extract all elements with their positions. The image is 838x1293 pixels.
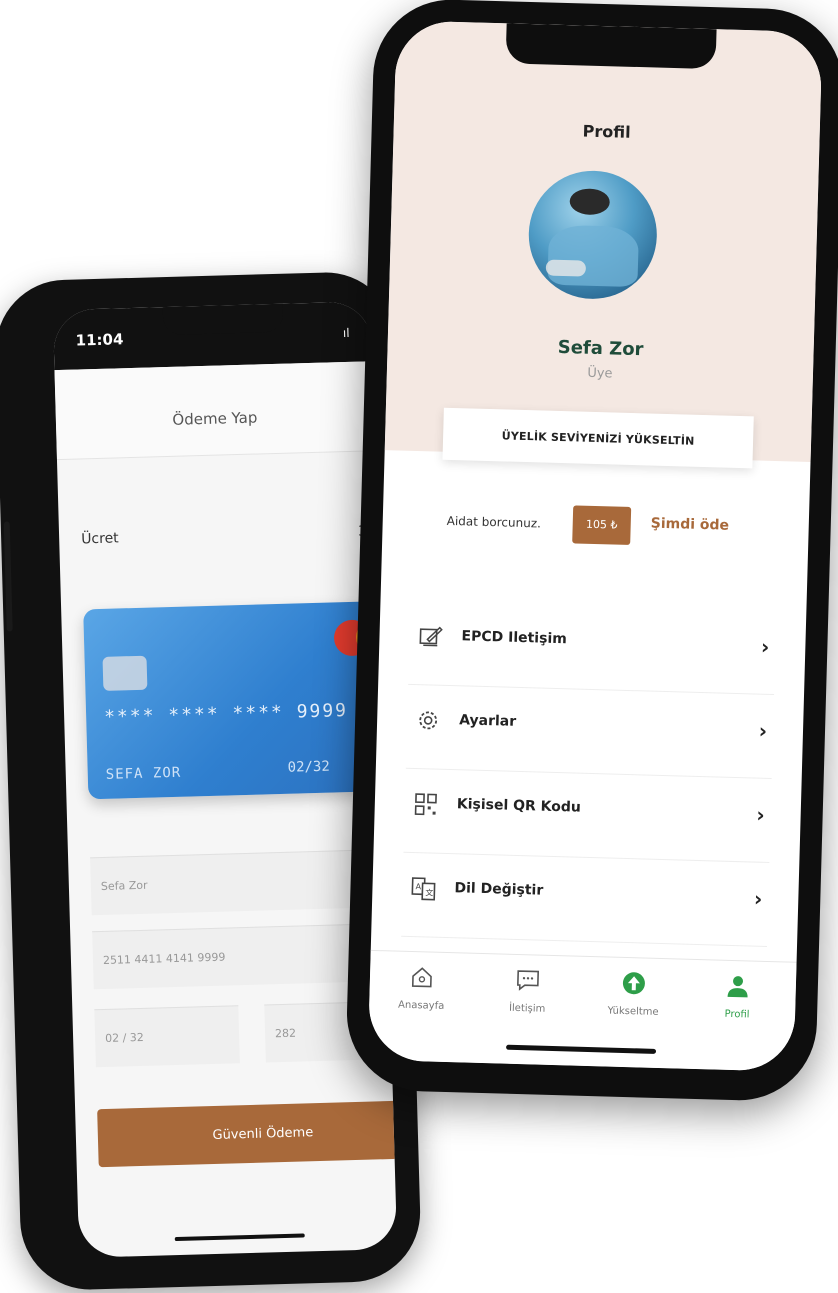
- tab-upgrade[interactable]: Yükseltme: [593, 969, 674, 1018]
- menu-item-label: EPCD Iletişim: [461, 628, 568, 648]
- profile-phone: Profil Sefa Zor Üye ÜYELİK SEVİYENİZİ YÜ…: [344, 0, 838, 1105]
- signal-icon: ıl: [342, 325, 350, 341]
- menu-item-label: Kişisel QR Kodu: [456, 796, 582, 816]
- expiry-field[interactable]: 02 / 32: [94, 1005, 240, 1068]
- dues-label: Aidat borcunuz.: [446, 513, 542, 531]
- upgrade-icon: [622, 972, 645, 995]
- svg-text:文: 文: [425, 887, 433, 897]
- page-title: Profil: [582, 121, 631, 142]
- tab-label: Profil: [724, 1008, 750, 1021]
- chevron-right-icon: ›: [760, 634, 770, 659]
- menu-item-label: Dil Değiştir: [454, 880, 544, 899]
- chat-icon: [517, 970, 540, 991]
- svg-text:A: A: [415, 882, 421, 891]
- phone-notch: [505, 23, 717, 70]
- tab-profile[interactable]: Profil: [697, 972, 778, 1021]
- phone-notch: [162, 303, 284, 336]
- menu-item-label: Ayarlar: [458, 712, 517, 730]
- chevron-right-icon: ›: [753, 886, 763, 911]
- card-holder: SEFA ZOR: [105, 764, 182, 783]
- payment-header: Ödeme Yap: [54, 361, 375, 461]
- user-icon: [727, 976, 748, 998]
- card-expiry: 02/32: [287, 758, 331, 776]
- bottom-tab-bar: Anasayfa İletişim Yükseltme Profil: [367, 949, 797, 1072]
- card-chip-icon: [102, 655, 148, 691]
- user-name: Sefa Zor: [557, 336, 644, 361]
- menu-item-contact[interactable]: EPCD Iletişim ›: [408, 600, 777, 696]
- profile-menu: EPCD Iletişim › Ayarlar › Kişisel QR Kod…: [401, 600, 777, 947]
- edit-icon: [419, 626, 443, 647]
- menu-item-language[interactable]: A 文 Dil Değiştir ›: [401, 852, 770, 947]
- page-title: Ödeme Yap: [172, 408, 258, 429]
- credit-card-preview: master **** **** **** 9999 SEFA ZOR 02/3…: [83, 600, 398, 800]
- language-icon: A 文: [411, 877, 436, 901]
- menu-item-qr-code[interactable]: Kişisel QR Kodu ›: [403, 768, 772, 863]
- secure-pay-button[interactable]: Güvenli Ödeme: [97, 1100, 398, 1168]
- gear-icon: [419, 711, 438, 730]
- upgrade-membership-button[interactable]: ÜYELİK SEVİYENİZİ YÜKSELTİN: [442, 407, 754, 469]
- profile-phone-frame: Profil Sefa Zor Üye ÜYELİK SEVİYENİZİ YÜ…: [344, 0, 838, 1103]
- home-indicator: [174, 1233, 305, 1242]
- tab-label: Yükseltme: [607, 1005, 659, 1018]
- pay-now-link[interactable]: Şimdi öde: [651, 516, 730, 534]
- avatar[interactable]: [527, 169, 659, 301]
- home-icon: [411, 967, 432, 988]
- qr-code-icon: [414, 793, 437, 816]
- payment-screen: 11:04 ıl Ödeme Yap Ücret 3 master **** *…: [52, 301, 398, 1258]
- fee-label: Ücret: [80, 530, 119, 548]
- dues-amount-badge: 105 ₺: [572, 505, 632, 545]
- tab-home[interactable]: Anasayfa: [381, 963, 462, 1012]
- profile-screen: Profil Sefa Zor Üye ÜYELİK SEVİYENİZİ YÜ…: [367, 20, 823, 1072]
- tab-label: İletişim: [508, 1002, 546, 1015]
- card-number: **** **** **** 9999: [103, 700, 349, 728]
- tab-contact[interactable]: İletişim: [487, 966, 568, 1015]
- phone-side-button: [3, 521, 13, 632]
- dues-row: Aidat borcunuz. 105 ₺ Şimdi öde: [382, 498, 809, 554]
- user-role: Üye: [587, 365, 613, 382]
- chevron-right-icon: ›: [756, 802, 766, 827]
- profile-header: Profil Sefa Zor Üye: [384, 20, 823, 462]
- tab-label: Anasayfa: [397, 999, 445, 1012]
- status-time: 11:04: [75, 330, 124, 350]
- chevron-right-icon: ›: [758, 718, 768, 743]
- menu-item-settings[interactable]: Ayarlar ›: [405, 684, 775, 780]
